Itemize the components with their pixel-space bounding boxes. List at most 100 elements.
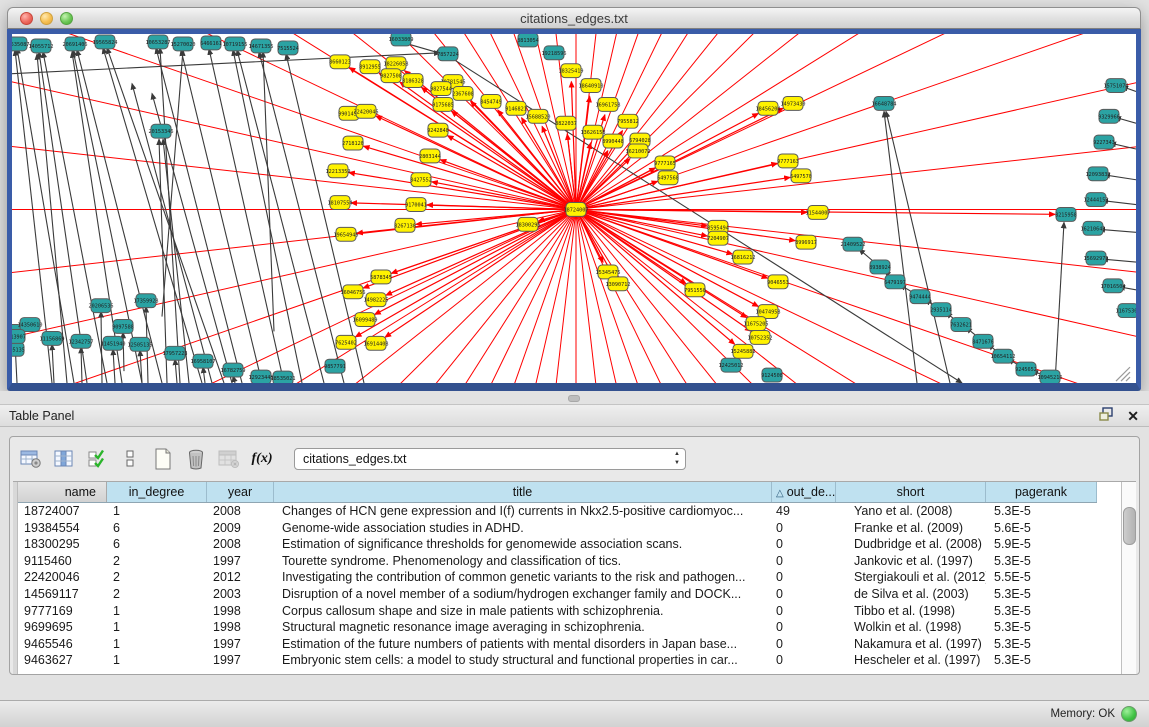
- graph-node[interactable]: 19218596: [542, 46, 567, 60]
- graph-node[interactable]: 12425012: [719, 358, 744, 372]
- table-cell[interactable]: Estimation of significance thresholds fo…: [274, 536, 772, 553]
- black-edge[interactable]: [52, 344, 54, 383]
- graph-node[interactable]: 16961758: [596, 97, 621, 111]
- table-cell[interactable]: 0: [772, 520, 836, 537]
- graph-node[interactable]: 14055712: [29, 39, 54, 53]
- red-edge[interactable]: [448, 136, 576, 210]
- table-cell[interactable]: Franke et al. (2009): [836, 520, 986, 537]
- table-cell[interactable]: Estimation of the future numbers of pati…: [274, 636, 772, 653]
- graph-node[interactable]: 16782759: [221, 363, 246, 377]
- graph-node[interactable]: 12093832: [1086, 167, 1111, 181]
- graph-node[interactable]: 6497568: [657, 171, 679, 185]
- graph-node[interactable]: 6497570: [790, 169, 812, 183]
- table-cell[interactable]: Embryonic stem cells: a model to study s…: [274, 652, 772, 669]
- table-cell[interactable]: 9463627: [18, 652, 107, 669]
- graph-node[interactable]: 9827544: [430, 82, 452, 96]
- close-panel-icon[interactable]: ✕: [1127, 407, 1139, 425]
- table-cell[interactable]: Yano et al. (2008): [836, 503, 986, 520]
- table-row[interactable]: 946554611997Estimation of the future num…: [18, 636, 1121, 653]
- graph-node[interactable]: 18107554: [328, 196, 353, 210]
- float-panel-icon[interactable]: [1099, 407, 1115, 425]
- graph-node[interactable]: 9242848: [427, 123, 449, 137]
- table-cell[interactable]: 1998: [207, 603, 274, 620]
- table-cell[interactable]: 0: [772, 586, 836, 603]
- table-cell[interactable]: 9699695: [18, 619, 107, 636]
- graph-node[interactable]: 15692971: [1084, 251, 1109, 265]
- table-cell[interactable]: 14569117: [18, 586, 107, 603]
- graph-node[interactable]: 8996917: [795, 235, 817, 249]
- graph-node[interactable]: 8267130: [394, 218, 416, 232]
- table-cell[interactable]: 0: [772, 603, 836, 620]
- table-cell[interactable]: 1: [107, 619, 207, 636]
- table-cell[interactable]: 2: [107, 586, 207, 603]
- graph-node[interactable]: 8454749: [480, 94, 502, 108]
- graph-node[interactable]: 16210072: [626, 144, 651, 158]
- column-header-in-degree[interactable]: in_degree: [107, 482, 207, 502]
- table-cell[interactable]: Tibbo et al. (1998): [836, 603, 986, 620]
- table-cell[interactable]: 1997: [207, 553, 274, 570]
- resize-grip-icon[interactable]: [1121, 372, 1130, 381]
- graph-node[interactable]: 22420046: [354, 104, 379, 118]
- table-cell[interactable]: Investigating the contribution of common…: [274, 569, 772, 586]
- graph-node[interactable]: 16046756: [341, 285, 366, 299]
- table-row[interactable]: 1872400712008Changes of HCN gene express…: [18, 503, 1121, 520]
- graph-node[interactable]: 10653287: [146, 35, 171, 49]
- black-edge[interactable]: [886, 111, 950, 383]
- table-cell[interactable]: 1: [107, 652, 207, 669]
- table-cell[interactable]: 5.6E-5: [986, 520, 1097, 537]
- graph-node[interactable]: 7857224: [437, 47, 459, 61]
- graph-node[interactable]: 16033809: [389, 34, 414, 46]
- graph-node[interactable]: 9245652: [1015, 362, 1037, 376]
- table-row[interactable]: 1938455462009Genome-wide association stu…: [18, 520, 1121, 537]
- black-edge[interactable]: [259, 52, 344, 383]
- table-row[interactable]: 1456911722003Disruption of a novel membe…: [18, 586, 1121, 603]
- graph-node[interactable]: 10654112: [991, 349, 1016, 363]
- column-chooser-icon[interactable]: [49, 445, 79, 473]
- graph-node[interactable]: 18535087: [12, 37, 29, 51]
- black-edge[interactable]: [1055, 222, 1064, 383]
- graph-node[interactable]: 18300295: [516, 217, 541, 231]
- graph-node[interactable]: 5878345: [370, 270, 392, 284]
- graph-node[interactable]: 6466161: [200, 36, 222, 50]
- resize-grip-icon[interactable]: [1126, 377, 1130, 381]
- table-cell[interactable]: 5.3E-5: [986, 652, 1097, 669]
- table-row[interactable]: 911546021997Tourette syndrome. Phenomeno…: [18, 553, 1121, 570]
- table-cell[interactable]: Hescheler et al. (1997): [836, 652, 986, 669]
- graph-node[interactable]: 7625402: [335, 335, 357, 349]
- graph-node[interactable]: 12444153: [1084, 193, 1109, 207]
- table-cell[interactable]: 0: [772, 619, 836, 636]
- table-cell[interactable]: 9777169: [18, 603, 107, 620]
- table-cell[interactable]: 5.5E-5: [986, 569, 1097, 586]
- table-cell[interactable]: 2008: [207, 503, 274, 520]
- graph-node[interactable]: 16210643: [1081, 221, 1106, 235]
- scrollbar-thumb[interactable]: [1123, 507, 1136, 545]
- table-cell[interactable]: 5.9E-5: [986, 536, 1097, 553]
- graph-node[interactable]: 8471676: [972, 334, 994, 348]
- graph-node[interactable]: 20691406: [63, 37, 88, 51]
- network-graph-canvas[interactable]: 1853508714055712206914061956582410653287…: [12, 34, 1136, 383]
- table-cell[interactable]: Disruption of a novel member of a sodium…: [274, 586, 772, 603]
- graph-node[interactable]: 14671355: [249, 39, 274, 53]
- panel-divider[interactable]: [0, 391, 1149, 404]
- table-cell[interactable]: Wolkin et al. (1998): [836, 619, 986, 636]
- table-cell[interactable]: 2: [107, 569, 207, 586]
- graph-node[interactable]: 14973430: [781, 96, 806, 110]
- graph-node[interactable]: 16099489: [353, 313, 378, 327]
- graph-node[interactable]: 16648784: [872, 96, 897, 110]
- table-cell[interactable]: 2012: [207, 569, 274, 586]
- column-header-short[interactable]: short: [836, 482, 986, 502]
- vertical-scrollbar[interactable]: [1121, 482, 1136, 674]
- graph-node[interactable]: 10752352: [748, 330, 773, 344]
- table-cell[interactable]: Tourette syndrome. Phenomenology and cla…: [274, 553, 772, 570]
- table-cell[interactable]: 1: [107, 503, 207, 520]
- table-cell[interactable]: 5.3E-5: [986, 619, 1097, 636]
- graph-node[interactable]: 3913907: [12, 329, 26, 343]
- column-header-year[interactable]: year: [207, 482, 274, 502]
- table-selector-dropdown[interactable]: citations_edges.txt ▲ ▼: [294, 448, 686, 470]
- table-cell[interactable]: 5.3E-5: [986, 586, 1097, 603]
- graph-node[interactable]: 21409522: [841, 237, 866, 251]
- table-cell[interactable]: 49: [772, 503, 836, 520]
- table-cell[interactable]: 1998: [207, 619, 274, 636]
- graph-node[interactable]: 2935114: [930, 303, 952, 317]
- table-cell[interactable]: 9465546: [18, 636, 107, 653]
